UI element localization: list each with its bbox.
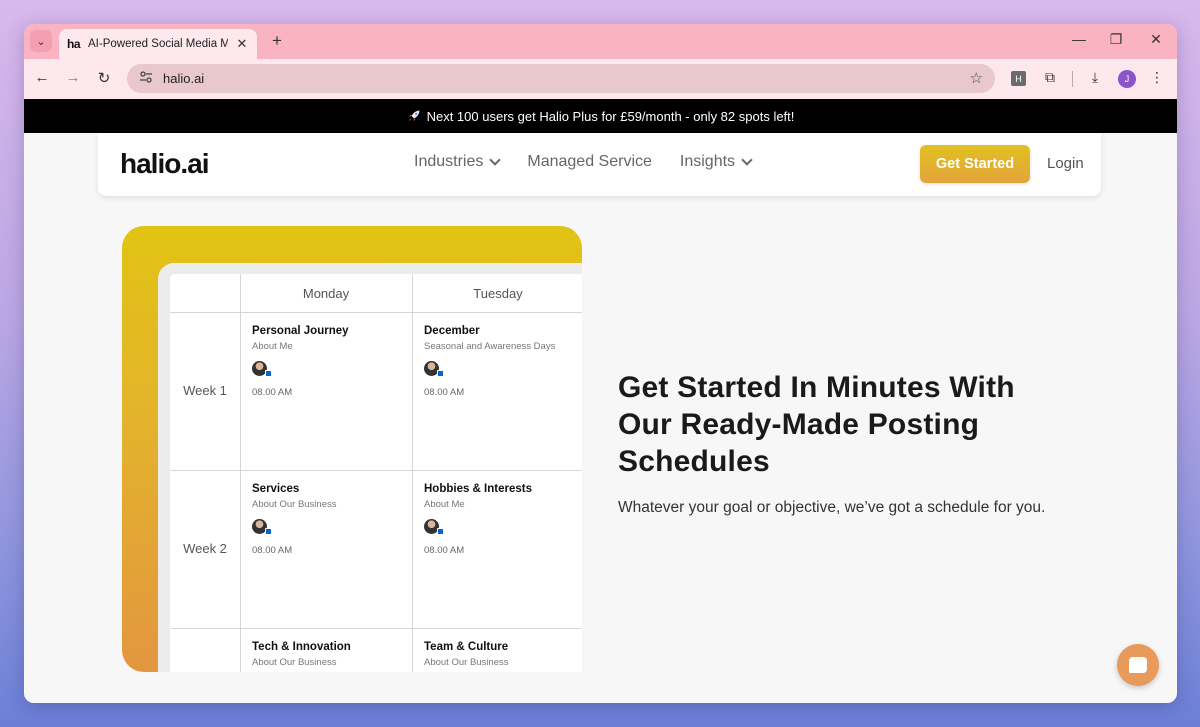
- nav-industries-label: Industries: [414, 153, 484, 170]
- chat-bubble-icon: [1129, 657, 1147, 673]
- chevron-down-icon: ⌄: [36, 35, 46, 48]
- hero-subtitle: Whatever your goal or objective, we’ve g…: [618, 499, 1046, 516]
- nav-insights[interactable]: Insights: [679, 153, 753, 171]
- cell-title: Hobbies & Interests: [424, 483, 532, 495]
- extension-h-icon[interactable]: H: [1011, 71, 1026, 86]
- chat-widget-button[interactable]: [1117, 644, 1159, 686]
- cell-title: Tech & Innovation: [252, 641, 351, 653]
- cell-title: Team & Culture: [424, 641, 509, 653]
- linkedin-icon: [265, 528, 272, 535]
- url-text: halio.ai: [163, 71, 205, 86]
- cell-time: 08.00 AM: [424, 545, 465, 556]
- get-started-button[interactable]: Get Started: [920, 145, 1030, 183]
- week-label: Week 2: [183, 541, 227, 556]
- tune-icon[interactable]: [139, 71, 155, 86]
- nav-managed-service[interactable]: Managed Service: [527, 153, 652, 171]
- toolbar-divider: [1072, 71, 1073, 87]
- cell-title: December: [424, 325, 480, 337]
- browser-menu-icon[interactable]: ⋮: [1147, 69, 1167, 86]
- site-navbar: halio.ai Industries Managed Service Insi…: [98, 133, 1101, 196]
- new-tab-button[interactable]: +: [267, 31, 287, 51]
- cell-subtitle: About Our Business: [424, 657, 509, 668]
- day-header-tuesday: Tuesday: [473, 285, 523, 301]
- hero-title: Get Started In Minutes With Our Ready-Ma…: [618, 371, 1015, 478]
- schedule-grid: Monday Tuesday Week 1 Week 2 Personal Jo…: [170, 274, 582, 672]
- avatar: [252, 361, 272, 377]
- site-logo[interactable]: halio.ai: [120, 148, 209, 180]
- tab-title: AI-Powered Social Media Mana: [88, 38, 228, 50]
- cell-subtitle: About Me: [424, 499, 465, 510]
- tab-search-button[interactable]: ⌄: [30, 30, 52, 52]
- cell-title: Services: [252, 483, 300, 495]
- grid-line: [170, 312, 582, 313]
- nav-industries[interactable]: Industries: [414, 153, 502, 171]
- cell-subtitle: About Our Business: [252, 499, 337, 510]
- announcement-bar: Next 100 users get Halio Plus for £59/mo…: [24, 99, 1177, 133]
- browser-tab[interactable]: ha AI-Powered Social Media Mana ✕: [59, 29, 257, 59]
- linkedin-icon: [265, 370, 272, 377]
- announcement-text: Next 100 users get Halio Plus for £59/mo…: [426, 108, 795, 124]
- cell-subtitle: Seasonal and Awareness Days: [424, 341, 556, 352]
- tab-close-icon[interactable]: ✕: [235, 36, 249, 52]
- reload-button[interactable]: ↻: [94, 69, 114, 87]
- schedule-cell[interactable]: Hobbies & Interests About Me 08.00 AM: [424, 483, 582, 556]
- close-window-button[interactable]: ✕: [1146, 31, 1166, 48]
- nav-links: Industries Managed Service Insights: [414, 153, 753, 171]
- schedule-cell[interactable]: December Seasonal and Awareness Days 08.…: [424, 325, 582, 398]
- linkedin-icon: [437, 528, 444, 535]
- tab-bar: ⌄ ha AI-Powered Social Media Mana ✕ + — …: [24, 24, 1177, 59]
- minimize-button[interactable]: —: [1069, 31, 1089, 47]
- schedule-cell[interactable]: Team & Culture About Our Business: [424, 641, 582, 668]
- forward-button[interactable]: →: [63, 69, 83, 86]
- grid-line: [240, 274, 241, 672]
- schedule-cell[interactable]: Personal Journey About Me 08.00 AM: [252, 325, 417, 398]
- login-link[interactable]: Login: [1047, 155, 1084, 172]
- address-bar[interactable]: halio.ai ☆: [127, 64, 995, 93]
- rocket-icon: [407, 109, 421, 123]
- favicon-icon: ha: [67, 37, 81, 51]
- profile-avatar[interactable]: J: [1118, 70, 1136, 88]
- schedule-panel: Monday Tuesday Week 1 Week 2 Personal Jo…: [158, 263, 582, 672]
- cell-time: 08.00 AM: [252, 545, 293, 556]
- page-content: Next 100 users get Halio Plus for £59/mo…: [24, 99, 1177, 703]
- restore-button[interactable]: ❐: [1106, 31, 1126, 48]
- schedule-cell[interactable]: Services About Our Business 08.00 AM: [252, 483, 417, 556]
- browser-toolbar: ← → ↻ halio.ai ☆ H ⧉ ⤓ J ⋮: [24, 59, 1177, 99]
- cell-subtitle: About Me: [252, 341, 293, 352]
- grid-line: [170, 628, 582, 629]
- nav-managed-service-label: Managed Service: [527, 153, 652, 170]
- week-label: Week 1: [183, 383, 227, 398]
- bookmark-star-icon[interactable]: ☆: [970, 69, 983, 87]
- extensions-puzzle-icon[interactable]: ⧉: [1040, 69, 1060, 86]
- schedule-cell[interactable]: Tech & Innovation About Our Business: [252, 641, 417, 668]
- nav-insights-label: Insights: [679, 153, 736, 170]
- avatar: [424, 361, 444, 377]
- avatar: [424, 519, 444, 535]
- linkedin-icon: [437, 370, 444, 377]
- day-header-monday: Monday: [302, 285, 350, 301]
- cell-time: 08.00 AM: [424, 387, 465, 398]
- chevron-down-icon: [489, 154, 502, 166]
- grid-line: [170, 470, 582, 471]
- browser-window: ⌄ ha AI-Powered Social Media Mana ✕ + — …: [24, 24, 1177, 703]
- avatar: [252, 519, 272, 535]
- chevron-down-icon: [741, 154, 753, 166]
- back-button[interactable]: ←: [32, 69, 52, 86]
- cell-time: 08.00 AM: [252, 387, 293, 398]
- download-icon[interactable]: ⤓: [1085, 69, 1105, 86]
- cell-title: Personal Journey: [252, 325, 349, 337]
- cell-subtitle: About Our Business: [252, 657, 337, 668]
